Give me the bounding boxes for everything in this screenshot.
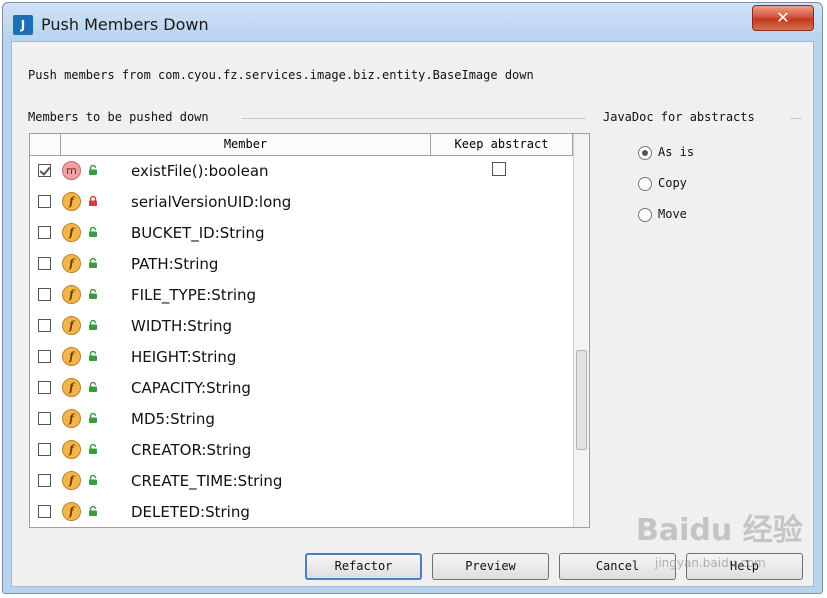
table-row[interactable]: f PATH:String — [30, 249, 573, 280]
vertical-scrollbar[interactable] — [573, 134, 589, 527]
table-row[interactable]: f WIDTH:String — [30, 311, 573, 342]
member-checkbox[interactable] — [38, 443, 51, 456]
public-lock-icon — [89, 475, 97, 485]
table-header: Member Keep abstract — [30, 134, 573, 156]
member-checkbox[interactable] — [38, 319, 51, 332]
javadoc-group-label: JavaDoc for abstracts — [603, 110, 761, 124]
public-lock-icon — [89, 444, 97, 454]
member-checkbox[interactable] — [38, 350, 51, 363]
member-checkbox[interactable] — [38, 505, 51, 518]
members-group-divider — [242, 118, 586, 119]
public-lock-icon — [89, 289, 97, 299]
scrollbar-thumb[interactable] — [576, 350, 587, 450]
private-lock-icon — [89, 196, 97, 206]
field-icon: f — [62, 347, 81, 366]
header-member[interactable]: Member — [60, 134, 430, 155]
table-row[interactable]: f CREATE_TIME:String — [30, 466, 573, 497]
keep-abstract-checkbox[interactable] — [492, 162, 506, 176]
radio-move-dot[interactable] — [638, 208, 652, 222]
close-button[interactable]: ✕ — [752, 5, 814, 31]
member-name: PATH:String — [131, 255, 219, 273]
field-icon: f — [62, 471, 81, 490]
field-icon: f — [62, 316, 81, 335]
public-lock-icon — [89, 413, 97, 423]
title-bar[interactable]: J Push Members Down ✕ — [3, 3, 822, 43]
watermark-logo: Baidu 经验 — [636, 513, 803, 548]
table-row[interactable]: f MD5:String — [30, 404, 573, 435]
member-name: MD5:String — [131, 410, 215, 428]
members-table[interactable]: Member Keep abstract m existFile():boolea… — [29, 133, 590, 528]
member-checkbox[interactable] — [38, 195, 51, 208]
field-icon: f — [62, 440, 81, 459]
member-checkbox[interactable] — [38, 257, 51, 270]
preview-button[interactable]: Preview — [432, 553, 549, 580]
member-name: BUCKET_ID:String — [131, 224, 265, 242]
radio-as-is-label: As is — [658, 145, 695, 159]
public-lock-icon — [89, 506, 97, 516]
refactor-button[interactable]: Refactor — [305, 553, 422, 580]
radio-copy-label: Copy — [658, 176, 687, 190]
field-icon: f — [62, 223, 81, 242]
table-row[interactable]: f CAPACITY:String — [30, 373, 573, 404]
member-name: FILE_TYPE:String — [131, 286, 257, 304]
header-check-column — [30, 134, 60, 155]
intellij-icon: J — [13, 15, 33, 35]
field-icon: f — [62, 285, 81, 304]
field-icon: f — [62, 409, 81, 428]
header-keep-abstract[interactable]: Keep abstract — [430, 134, 573, 155]
member-checkbox[interactable] — [38, 288, 51, 301]
member-checkbox[interactable] — [38, 381, 51, 394]
field-icon: f — [62, 502, 81, 521]
public-lock-icon — [89, 382, 97, 392]
member-name: DELETED:String — [131, 503, 250, 521]
radio-copy-dot[interactable] — [638, 177, 652, 191]
field-icon: f — [62, 378, 81, 397]
description-text: Push members from com.cyou.fz.services.i… — [28, 68, 534, 82]
member-name: WIDTH:String — [131, 317, 233, 335]
public-lock-icon — [89, 351, 97, 361]
radio-move-label: Move — [658, 207, 687, 221]
member-name: HEIGHT:String — [131, 348, 237, 366]
member-checkbox[interactable] — [38, 474, 51, 487]
member-checkbox[interactable] — [38, 412, 51, 425]
public-lock-icon — [89, 320, 97, 330]
member-name: CAPACITY:String — [131, 379, 251, 397]
public-lock-icon — [89, 227, 97, 237]
member-name: CREATOR:String — [131, 441, 252, 459]
radio-as-is-dot[interactable] — [638, 146, 652, 160]
members-group-label: Members to be pushed down — [28, 110, 215, 124]
member-name: CREATE_TIME:String — [131, 472, 283, 490]
public-lock-icon — [89, 258, 97, 268]
window-title: Push Members Down — [41, 15, 209, 34]
method-icon: m — [62, 161, 81, 180]
field-icon: f — [62, 192, 81, 211]
javadoc-group-divider — [790, 118, 802, 119]
table-row[interactable]: m existFile():boolean — [30, 156, 573, 187]
table-row[interactable]: f HEIGHT:String — [30, 342, 573, 373]
public-lock-icon — [89, 165, 97, 175]
member-checkbox[interactable] — [38, 226, 51, 239]
table-row[interactable]: f DELETED:String — [30, 497, 573, 527]
member-name: serialVersionUID:long — [131, 193, 292, 211]
table-row[interactable]: f BUCKET_ID:String — [30, 218, 573, 249]
field-icon: f — [62, 254, 81, 273]
table-row[interactable]: f FILE_TYPE:String — [30, 280, 573, 311]
member-name: existFile():boolean — [131, 162, 269, 180]
table-row[interactable]: f serialVersionUID:long — [30, 187, 573, 218]
watermark-url: jingyan.baidu.com — [655, 556, 766, 570]
member-checkbox[interactable] — [38, 164, 51, 177]
table-row[interactable]: f CREATOR:String — [30, 435, 573, 466]
